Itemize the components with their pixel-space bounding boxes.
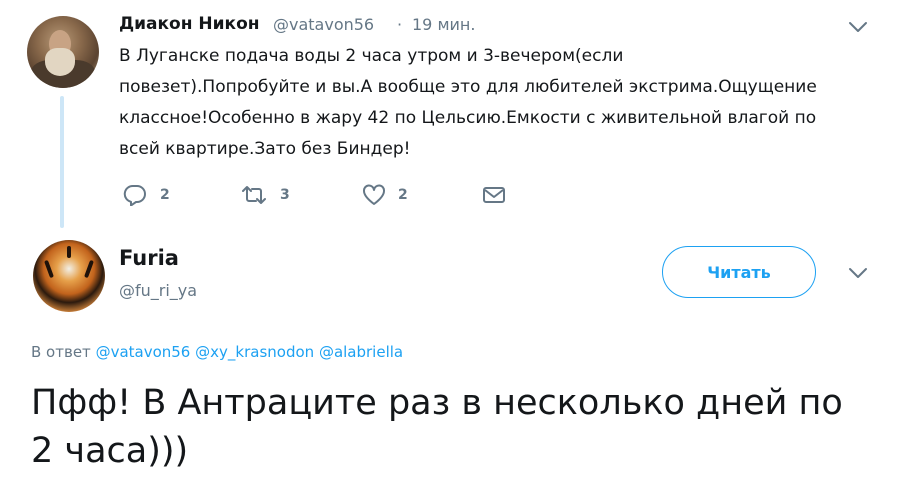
avatar-furia[interactable]	[33, 240, 105, 312]
parent-text-line: классное!Особенно в жару 42 по Цельсию.Е…	[119, 108, 817, 128]
reply-button[interactable]: 2	[122, 183, 170, 207]
main-text-line: 2 часа)))	[31, 431, 189, 471]
retweet-icon	[240, 184, 268, 206]
thread-connector-line	[60, 96, 64, 228]
author-handle[interactable]: @fu_ri_ya	[119, 281, 197, 300]
reply-icon	[122, 184, 148, 206]
reply-count: 2	[160, 187, 170, 203]
main-text-line: Пфф! В Антраците раз в несколько дней по	[31, 383, 843, 423]
retweet-button[interactable]: 3	[240, 183, 290, 207]
chevron-down-icon[interactable]	[847, 266, 869, 280]
mention-link[interactable]: @vatavon56	[96, 343, 191, 361]
retweet-count: 3	[280, 187, 290, 203]
parent-tweet-text: В Луганске подача воды 2 часа утром и 3-…	[119, 41, 879, 165]
chevron-down-icon[interactable]	[847, 20, 869, 34]
parent-text-line: В Луганске подача воды 2 часа утром и 3-…	[119, 46, 624, 66]
parent-timestamp[interactable]: 19 мин.	[412, 15, 475, 34]
mention-link[interactable]: @xy_krasnodon	[195, 343, 314, 361]
avatar-tiger-stripe	[44, 259, 54, 279]
heart-icon	[362, 184, 386, 206]
parent-text-line: всей квартире.Зато без Биндер!	[119, 139, 411, 159]
like-count: 2	[398, 187, 408, 203]
direct-message-button[interactable]	[482, 183, 506, 207]
parent-author-handle[interactable]: @vatavon56	[273, 15, 374, 34]
replying-prefix: В ответ	[31, 343, 91, 361]
like-button[interactable]: 2	[362, 183, 408, 207]
avatar-tiger-stripe	[67, 246, 71, 258]
avatar-tiger-stripe	[84, 259, 94, 279]
parent-text-line: повезет).Попробуйте и вы.А вообще это дл…	[119, 77, 817, 97]
main-tweet-text: Пфф! В Антраците раз в несколько дней по…	[31, 379, 881, 475]
follow-button[interactable]: Читать	[662, 246, 816, 298]
replying-to: В ответ @vatavon56 @xy_krasnodon @alabri…	[31, 343, 403, 361]
author-name[interactable]: Furia	[119, 246, 179, 270]
avatar-beard	[45, 48, 75, 76]
avatar-diakon-nikon[interactable]	[27, 16, 99, 88]
parent-author-name[interactable]: Диакон Никон	[119, 14, 260, 34]
envelope-icon	[482, 185, 506, 205]
mention-link[interactable]: @alabriella	[319, 343, 403, 361]
meta-separator: ·	[397, 15, 403, 34]
